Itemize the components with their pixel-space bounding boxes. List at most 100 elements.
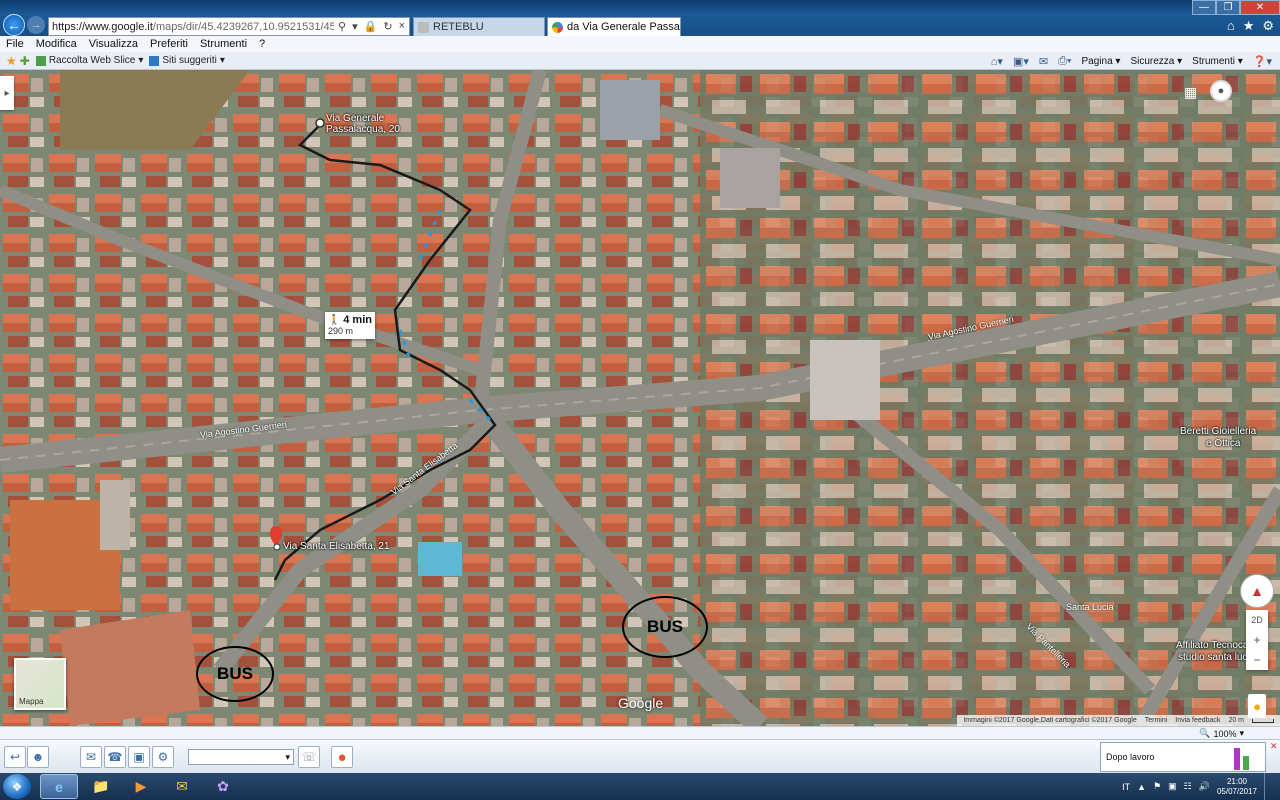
chevron-down-icon: ▾ [1239,728,1244,738]
close-icon[interactable]: ✕ [1270,741,1278,752]
arrow-right-icon: → [30,19,42,31]
menu-preferiti[interactable]: Preferiti [144,38,194,50]
close-icon[interactable]: × [399,20,405,33]
flag-icon[interactable]: ⚑ [1153,781,1161,792]
satellite-map[interactable]: ▸ ▦ ● Via Generale Passalacqua, 20 Via S… [0,70,1280,726]
tab-label: RETEBLU [433,21,484,33]
network-icon[interactable]: ☷ [1184,781,1192,792]
poi-label[interactable]: e Ottica [1206,438,1240,449]
map-attribution: Immagini ©2017 Google,Dati cartografici … [957,715,1280,726]
zoom-level[interactable]: 🔍 100% ▾ [1199,728,1244,739]
start-button[interactable]: ❖ [3,774,31,799]
taskbar-outlook[interactable]: ✉ [163,774,201,799]
security-menu[interactable]: Sicurezza ▾ [1130,56,1182,67]
language-indicator[interactable]: IT [1122,782,1130,792]
view-2d-button[interactable]: 2D [1251,610,1263,630]
taskbar-app[interactable]: ✿ [204,774,242,799]
minimize-button[interactable]: — [1192,0,1216,15]
google-icon [552,21,563,33]
settings-gear-icon[interactable]: ⚙ [1262,18,1274,34]
home-page-icon[interactable]: ⌂▾ [991,55,1003,68]
selector-dropdown[interactable]: ▾ [188,749,294,765]
avatar[interactable]: ● [1210,80,1232,102]
suggested-sites-icon [149,55,160,66]
print-icon[interactable]: ⎙▾ [1058,55,1071,68]
url-path: /maps/dir/45.4239267,10.9521531/45.42221… [152,20,334,33]
map-type-toggle[interactable]: Mappa [14,658,66,710]
menu-visualizza[interactable]: Visualizza [83,38,144,50]
status-box[interactable]: Dopo lavoro [1100,742,1266,772]
status-bar: 🔍 100% ▾ [0,726,1280,739]
tab-reteblu[interactable]: RETEBLU [413,17,545,36]
refresh-icon[interactable]: ↻ [383,20,392,33]
mail-icon: ✉ [176,778,188,794]
page-menu[interactable]: Pagina ▾ [1082,56,1121,67]
forward-button[interactable]: → [27,16,45,34]
back-button[interactable]: ← [3,14,25,36]
menu-bar: File Modifica Visualizza Preferiti Strum… [0,36,1280,52]
menu-strumenti[interactable]: Strumenti [194,38,253,50]
web-slice-link[interactable]: Raccolta Web Slice ▾ [35,55,143,66]
suggested-sites-link[interactable]: Siti suggeriti ▾ [149,55,225,66]
scale-label: 20 m [1228,717,1244,724]
search-icon[interactable]: ⚲ [338,20,346,33]
monitor-icon[interactable]: ▣ [1168,781,1177,792]
destination-label[interactable]: Via Santa Elisabetta, 21 [283,541,390,552]
chat-icon[interactable]: ✉ [80,746,102,768]
help-icon[interactable]: ❓▾ [1253,55,1272,68]
secondary-toolbar: ↩ ☻ ✉ ☎ ▣ ⚙ ▾ ☏ ● Dopo lavoro ✕ [0,739,1280,773]
menu-help[interactable]: ? [253,38,271,50]
add-favorite-icon: ✚ [19,53,30,68]
record-button[interactable]: ● [331,746,353,768]
poi-label[interactable]: Beretti Gioielleria [1180,426,1256,437]
favorites-icon: ★ [6,53,17,68]
exit-icon[interactable]: ↩ [4,746,26,768]
settings-icon[interactable]: ⚙ [152,746,174,768]
zoom-in-button[interactable]: + [1253,630,1260,650]
feedback-link[interactable]: Invia feedback [1175,717,1220,724]
walking-icon: 🚶 [328,315,341,326]
phone-icon[interactable]: ☎ [104,746,126,768]
taskbar-media-player[interactable]: ▶ [122,774,160,799]
zoom-icon: 🔍 [1199,728,1211,738]
favorites-star-icon[interactable]: ★ [1243,18,1255,34]
page-icon [418,21,429,33]
url-input[interactable]: https://www.google.it/maps/dir/45.423926… [48,17,410,36]
taskbar-file-explorer[interactable]: 📁 [82,774,120,799]
compass-icon[interactable]: ▲ [1240,574,1274,608]
restore-button[interactable]: ❐ [1216,0,1240,15]
arrow-up-icon[interactable]: ▲ [1137,782,1146,792]
menu-file[interactable]: File [0,38,30,50]
bus-stop-annotation: BUS [622,596,708,658]
window-icon[interactable]: ▣ [128,746,150,768]
media-player-icon: ▶ [135,778,147,794]
tab-google-maps[interactable]: da Via Generale Passalacqu... × [547,17,681,36]
zoom-out-button[interactable]: − [1253,650,1260,670]
tools-menu[interactable]: Strumenti ▾ [1192,56,1243,67]
menu-modifica[interactable]: Modifica [30,38,83,50]
walk-time-card[interactable]: 🚶 4 min 290 m [325,312,375,339]
clock[interactable]: 21:00 05/07/2017 [1217,777,1257,797]
windows-logo-icon: ❖ [11,779,23,794]
mail-icon[interactable]: ✉ [1039,55,1048,68]
expand-panel-button[interactable]: ▸ [0,76,14,110]
url-domain: https://www.google.it [52,20,153,33]
favorites-button[interactable]: ★ ✚ [6,54,30,68]
close-window-button[interactable]: ✕ [1240,0,1280,15]
taskbar-internet-explorer[interactable]: e [40,774,78,799]
terms-link[interactable]: Termini [1145,717,1168,724]
show-desktop-button[interactable] [1264,773,1274,800]
lock-icon[interactable]: 🔒 [364,20,378,33]
dial-icon[interactable]: ☏ [298,746,320,768]
origin-label[interactable]: Via Generale Passalacqua, 20 [326,113,400,135]
dropdown-icon[interactable]: ▾ [352,20,358,33]
internet-explorer-icon: e [55,778,63,795]
user-icon[interactable]: ☻ [27,746,49,768]
home-icon[interactable]: ⌂ [1227,18,1235,34]
volume-icon[interactable]: 🔊 [1199,781,1210,792]
street-label: Santa Lucia [1066,602,1114,612]
apps-grid-icon[interactable]: ▦ [1184,84,1197,101]
address-bar: ← → https://www.google.it/maps/dir/45.42… [0,0,1280,36]
feeds-icon[interactable]: ▣▾ [1013,55,1029,68]
walk-time: 4 min [343,314,372,326]
